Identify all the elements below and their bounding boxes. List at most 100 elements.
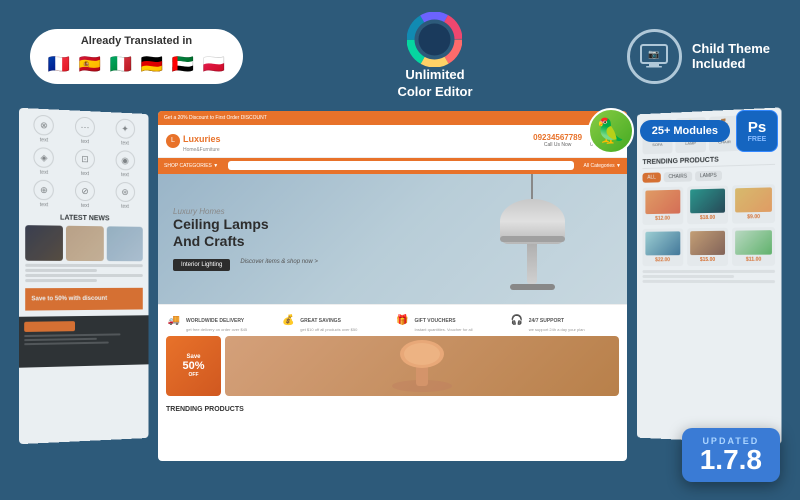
phone-label: Call Us Now [544,142,572,148]
color-editor-text: Unlimited Color Editor [397,67,472,101]
color-wheel-icon [407,12,462,67]
support-icon: 🎧 [509,312,525,328]
latest-news-title: LATEST NEWS [25,214,143,223]
savings-title: GREAT SAVINGS [300,318,341,324]
text-line [643,275,735,278]
parrot-modules-row: 🦜 25+ Modules Ps FREE [588,108,778,154]
icon-item: ⊘ text [67,180,104,209]
text-line [25,269,97,272]
monitor-icon: 📷 [639,41,669,71]
store-top-bar: Get a 20% Discount to First Order DISCOU… [158,111,627,125]
phone-number: 09234567789 [533,133,582,142]
icons-grid: ⊗ text ⋯ text ✦ text ◈ text ⊡ text [25,114,143,210]
store-header: L Luxuries Home&Furniture 09234567789 Ca… [158,125,627,158]
filter-all[interactable]: ALL [643,172,661,182]
flag-it: 🇮🇹 [108,52,134,78]
sale-badge: Save 50% OFF [166,336,221,396]
icon-item: ⋯ text [67,116,104,146]
product-item-2: $18.00 [687,185,729,224]
hero-banner: Luxury Homes Ceiling Lamps And Crafts In… [158,174,627,304]
rp-products-grid: $12.00 $18.00 $9.00 $22.00 $15.00 [643,184,776,266]
footer-logo [24,321,75,332]
product-item-5: $15.00 [687,227,729,265]
sale-product-image [225,336,619,396]
hero-discover-text: Discover items & shop now > [240,259,318,265]
rp-filter-buttons: ALL CHAIRS LAMPS [643,169,776,183]
ps-badge: Ps FREE [736,110,778,152]
news-image-1 [25,225,63,261]
sale-off: OFF [189,372,199,378]
vouchers-icon: 🎁 [395,312,411,328]
product-price-5: $15.00 [690,257,726,263]
product-price-2: $18.00 [690,214,726,221]
product-item-6: $11.00 [732,227,775,266]
vouchers-title: GIFT VOUCHERS [415,318,456,324]
latest-news-section: LATEST NEWS [25,214,143,282]
left-panel-footer [19,315,149,367]
lamp-cord [531,174,533,199]
product-img-2 [690,188,726,213]
product-price-6: $11.00 [735,256,771,262]
icon-item: ⊗ text [25,114,62,144]
lamp-shade [500,199,565,244]
parrot-icon: 🦜 [588,108,634,154]
product-img-3 [735,187,771,212]
feature-savings: 💰 GREAT SAVINGS get $10 off all products… [280,309,390,332]
product-img-4 [645,231,680,255]
lamp-base [510,284,555,290]
nav-search-bar [228,161,573,170]
news-images [25,225,143,261]
modules-count: 25+ [652,125,671,137]
product-item-4: $22.00 [643,228,683,266]
delivery-sub: get free delivery on order over $45 [186,327,247,332]
savings-icon: 💰 [280,312,296,328]
rp-text-section [643,270,776,283]
color-editor-line1: Unlimited [397,67,472,84]
translated-badge: Already Translated in 🇫🇷 🇪🇸 🇮🇹 🇩🇪 🇦🇪 🇵🇱 [30,29,243,84]
icon-item: ✦ text [107,118,143,147]
nav-shop: SHOP CATEGORIES ▼ [164,163,218,169]
product-img-6 [735,230,771,255]
hero-button[interactable]: Interior Lighting [173,259,230,271]
hero-title: Ceiling Lamps And Crafts [173,216,318,250]
product-item-1: $12.00 [643,186,683,224]
orange-promotion-bar: Save to 50% with discount [25,288,143,311]
flag-fr: 🇫🇷 [46,52,72,78]
icon-item: ◈ text [25,147,62,177]
icon-item: ⊛ text [107,181,143,210]
sale-banner: Save 50% OFF [158,336,627,400]
savings-sub: get $10 off all products over $50 [300,327,357,332]
product-img-5 [690,231,726,255]
lamp-stem [527,244,537,284]
news-image-3 [106,226,142,261]
rp-section-title: TRENDING PRODUCTS [643,154,776,168]
lamp-table-svg [225,336,619,396]
sale-percent: 50% [182,360,204,372]
center-panel: Get a 20% Discount to First Order DISCOU… [158,111,627,461]
product-price-1: $12.00 [645,215,680,222]
right-panel: 🛋️ SOFA 💡 LAMP 🪑 CHAIR 🖼️ ART TRENDING P… [637,107,782,444]
store-nav: SHOP CATEGORIES ▼ All Categories ▼ [158,158,627,174]
text-line [25,279,97,282]
product-item-3: $9.00 [732,184,775,223]
filter-lamps[interactable]: LAMPS [695,170,722,181]
logo-name: Luxuries [183,134,221,144]
text-line [643,280,776,283]
product-img-1 [645,189,680,213]
delivery-icon: 🚚 [166,312,182,328]
side-badges: 🦜 25+ Modules Ps FREE [588,108,778,154]
translated-label: Already Translated in [81,35,192,47]
filter-chairs[interactable]: CHAIRS [664,171,692,182]
footer-lines [24,333,144,345]
updated-badge: UPDATED 1.7.8 [682,428,780,482]
left-panel: ⊗ text ⋯ text ✦ text ◈ text ⊡ text [19,108,149,444]
icon-item: ⊕ text [25,179,62,208]
phone-info: 09234567789 Call Us Now [533,133,582,148]
modules-badge: 25+ Modules [640,120,730,142]
logo-icon: L [166,134,180,148]
updated-version: 1.7.8 [700,446,762,474]
features-row: 🚚 WORLDWIDE DELIVERY get free delivery o… [158,304,627,336]
hero-luxury: Luxury Homes [173,207,318,216]
main-content: ⊗ text ⋯ text ✦ text ◈ text ⊡ text [0,111,800,461]
vouchers-sub: Instant quantities. Voucher for all [415,327,473,332]
